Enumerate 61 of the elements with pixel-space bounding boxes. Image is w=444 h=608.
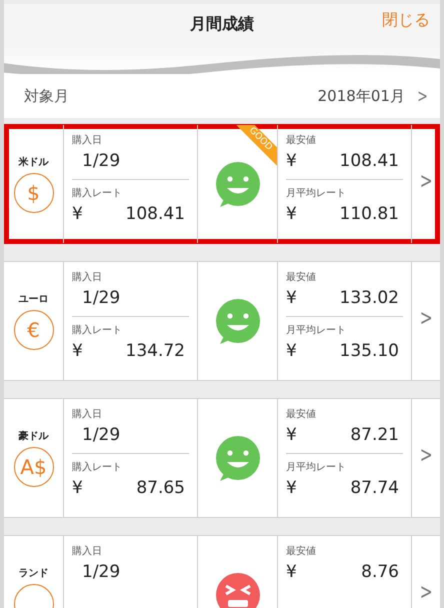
currency-card[interactable]: 豪ドル A$ 購入日 1/29 購入レート ¥ 87.65 最安値 ¥ 87.21 月平均レート ¥ 87.74 > — [4, 398, 440, 518]
field-value: 87.21 — [350, 425, 399, 445]
currency-card[interactable]: ユーロ € 購入日 1/29 購入レート ¥ 134.72 最安値 ¥ 133.02 月平均レート ¥ 135.10 > — [4, 261, 440, 381]
smiley-face-icon — [214, 160, 262, 208]
field-value: 133.02 — [340, 288, 399, 308]
smiley-face-icon — [214, 298, 262, 344]
yen-sign: ¥ — [72, 341, 83, 361]
field-value: 87.65 — [136, 478, 185, 498]
field-label: 購入日 — [72, 408, 103, 421]
chevron-icon: > — [417, 86, 428, 106]
yen-sign: ¥ — [72, 204, 83, 224]
field-label: 最安値 — [286, 270, 317, 284]
currency-symbol: A$ — [14, 447, 54, 487]
field-label: 購入日 — [72, 544, 103, 558]
field-label: 月平均レート — [286, 461, 347, 474]
chevron-icon: > — [420, 443, 432, 468]
chevron-icon: > — [420, 169, 432, 194]
field-label: 月平均レート — [286, 187, 347, 200]
field-value: 134.72 — [126, 341, 185, 361]
field-value: 1/29 — [81, 562, 120, 582]
currency-name: 米ドル — [18, 156, 48, 169]
field-value: 1/29 — [81, 425, 120, 445]
yen-sign: ¥ — [72, 478, 83, 498]
field-label: 購入レート — [72, 324, 123, 337]
yen-sign: ¥ — [286, 562, 297, 582]
currency-name: ランド — [18, 567, 48, 580]
currency-card[interactable]: ランド 購入日 1/29 最安値 ¥ 8.76 > — [4, 535, 440, 608]
yen-sign: ¥ — [286, 425, 297, 445]
field-value: 8.76 — [361, 562, 399, 582]
yen-sign: ¥ — [286, 341, 297, 361]
field-value: 135.10 — [340, 341, 399, 361]
field-value: 110.81 — [340, 204, 399, 224]
field-label: 最安値 — [286, 544, 317, 558]
field-label: 購入レート — [72, 186, 123, 200]
field-label: 月平均レート — [286, 324, 347, 337]
currency-symbol: $ — [14, 173, 54, 213]
frowning-face-icon — [214, 572, 262, 608]
field-value: 1/29 — [81, 288, 120, 308]
currency-name: ユーロ — [18, 293, 48, 306]
yen-sign: ¥ — [286, 151, 297, 171]
currency-name: 豪ドル — [18, 430, 48, 443]
month-selector[interactable]: 対象月 2018年01月 > — [4, 74, 440, 118]
field-value: 108.41 — [340, 151, 399, 171]
field-label: 最安値 — [286, 134, 317, 147]
smiley-face-icon — [214, 434, 262, 482]
field-value: 1/29 — [81, 151, 120, 171]
yen-sign: ¥ — [286, 204, 297, 224]
field-value: 87.74 — [350, 478, 399, 498]
yen-sign: ¥ — [286, 478, 297, 498]
month-label: 対象月 — [24, 86, 69, 106]
field-value: 108.41 — [126, 204, 185, 224]
currency-symbol: € — [14, 310, 54, 350]
month-value: 2018年01月 — [318, 86, 405, 106]
chevron-icon: > — [420, 306, 432, 331]
chevron-icon: > — [420, 580, 432, 605]
field-label: 購入レート — [72, 460, 123, 474]
field-label: 最安値 — [286, 408, 317, 421]
field-label: 購入日 — [72, 270, 103, 284]
yen-sign: ¥ — [286, 288, 297, 308]
screen-title: 月間成績 — [190, 14, 254, 34]
field-label: 購入日 — [72, 134, 103, 147]
